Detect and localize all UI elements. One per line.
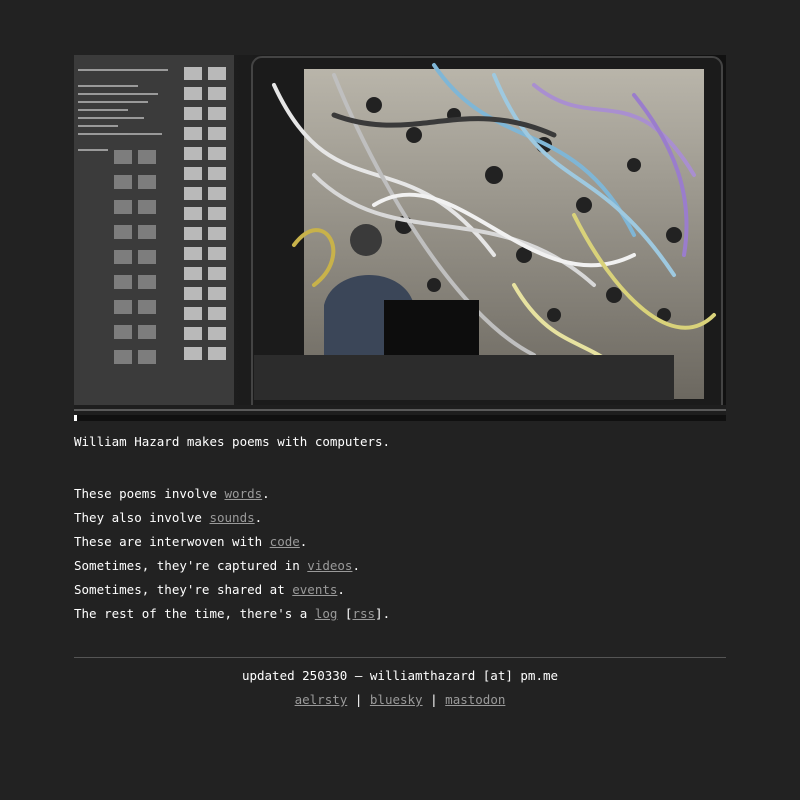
line-text: These are interwoven with bbox=[74, 534, 270, 549]
line-punct: . bbox=[337, 582, 345, 597]
mastodon-link[interactable]: mastodon bbox=[445, 692, 505, 707]
line-punct: . bbox=[299, 534, 308, 549]
log-link[interactable]: log bbox=[315, 606, 338, 621]
line-text: These poems involve bbox=[74, 486, 225, 501]
line-punct: . bbox=[352, 558, 360, 573]
aelrsty-link[interactable]: aelrsty bbox=[295, 692, 348, 707]
line-sounds: They also involve sounds. bbox=[74, 510, 726, 534]
description-list: These poems involve words. They also inv… bbox=[74, 486, 726, 630]
social-links: aelrsty | bluesky | mastodon bbox=[74, 692, 726, 708]
intro-text: William Hazard makes poems with computer… bbox=[74, 434, 391, 449]
line-punct: . bbox=[254, 510, 263, 525]
line-events: Sometimes, they're shared at events. bbox=[74, 582, 726, 606]
modular-synth-performance-image bbox=[74, 55, 726, 421]
bluesky-link[interactable]: bluesky bbox=[370, 692, 423, 707]
page-content: William Hazard makes poems with computer… bbox=[74, 55, 726, 708]
line-punct: ]. bbox=[375, 606, 391, 621]
line-text: Sometimes, they're shared at bbox=[74, 582, 293, 597]
footer-divider bbox=[74, 657, 726, 658]
separator: | bbox=[430, 692, 438, 707]
line-log: The rest of the time, there's a log [rss… bbox=[74, 606, 726, 630]
code-link[interactable]: code bbox=[270, 534, 300, 549]
line-text: Sometimes, they're captured in bbox=[74, 558, 308, 573]
line-bracket: [ bbox=[337, 606, 353, 621]
events-link[interactable]: events bbox=[292, 582, 337, 597]
line-code: These are interwoven with code. bbox=[74, 534, 726, 558]
sounds-link[interactable]: sounds bbox=[209, 510, 254, 525]
footer: updated 250330 — williamthazard [at] pm.… bbox=[74, 668, 726, 708]
line-text: They also involve bbox=[74, 510, 210, 525]
hero-video-still[interactable] bbox=[74, 55, 726, 421]
videos-link[interactable]: videos bbox=[307, 558, 352, 573]
updated-contact-text: updated 250330 — williamthazard [at] pm.… bbox=[241, 668, 559, 683]
rss-link[interactable]: rss bbox=[352, 606, 375, 621]
line-videos: Sometimes, they're captured in videos. bbox=[74, 558, 726, 582]
separator: | bbox=[354, 692, 363, 707]
line-punct: . bbox=[262, 486, 270, 501]
line-words: These poems involve words. bbox=[74, 486, 726, 510]
line-text: The rest of the time, there's a bbox=[74, 606, 315, 621]
words-link[interactable]: words bbox=[225, 486, 263, 501]
